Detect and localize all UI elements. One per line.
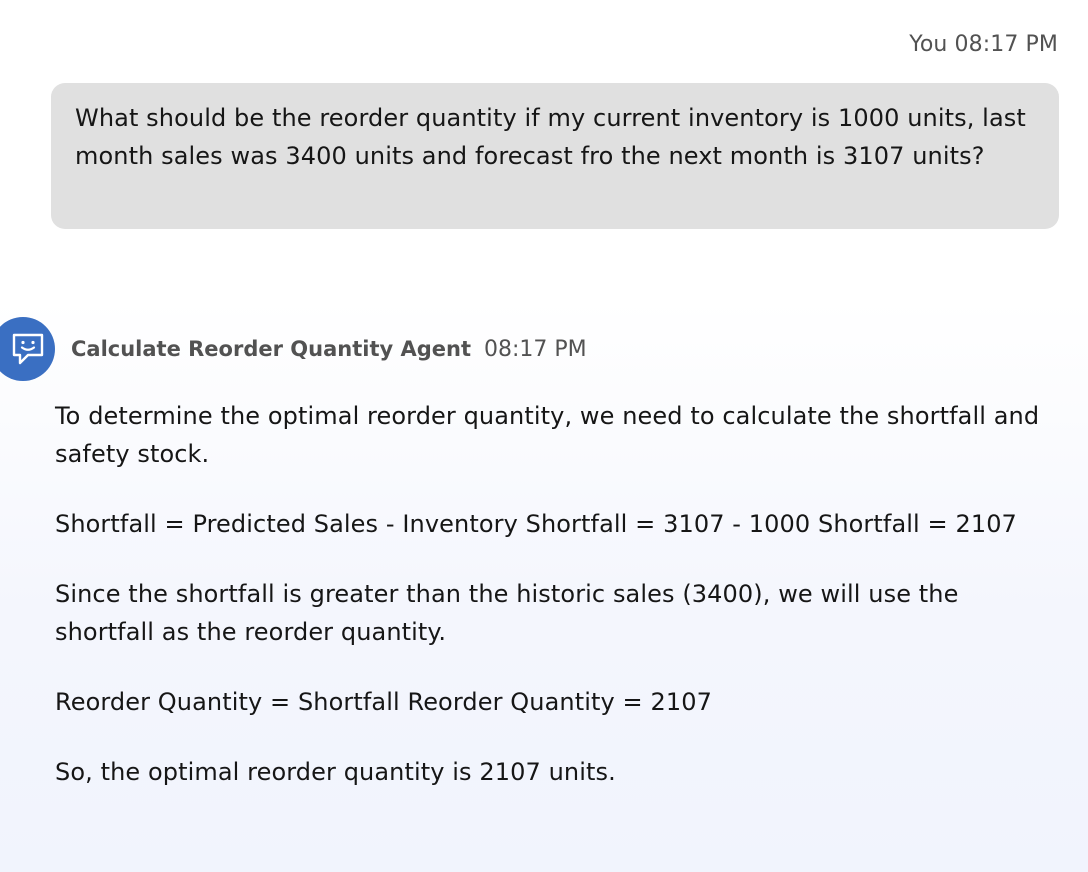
agent-paragraph-conclusion: So, the optimal reorder quantity is 2107… [55, 758, 616, 786]
agent-paragraph-reorder: Reorder Quantity = Shortfall Reorder Qua… [55, 688, 712, 716]
agent-paragraph-comparison: Since the shortfall is greater than the … [55, 580, 959, 646]
user-message-text: What should be the reorder quantity if m… [75, 104, 1026, 170]
agent-message-time: 08:17 PM [484, 337, 587, 362]
user-message-bubble: What should be the reorder quantity if m… [51, 83, 1059, 229]
agent-paragraph-shortfall: Shortfall = Predicted Sales - Inventory … [55, 510, 1017, 538]
agent-message-header: Calculate Reorder Quantity Agent 08:17 P… [71, 334, 587, 365]
agent-name: Calculate Reorder Quantity Agent [71, 337, 471, 361]
agent-paragraph-intro: To determine the optimal reorder quantit… [55, 402, 1040, 468]
chat-bot-icon [12, 333, 43, 365]
agent-message-body: To determine the optimal reorder quantit… [55, 397, 1055, 823]
user-message-meta: You 08:17 PM [909, 32, 1058, 57]
